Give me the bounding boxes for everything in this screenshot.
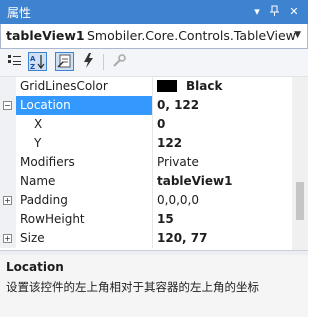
property-name: Y [34,136,42,150]
property-row[interactable]: + Size 120, 77 [0,229,292,248]
property-name: Padding [20,193,68,207]
property-pages-icon[interactable] [111,52,130,71]
property-value[interactable]: 120, 77 [157,231,207,245]
property-name: Size [20,231,45,245]
property-row[interactable]: Name tableView1 [0,172,292,191]
property-name: Location [20,98,71,112]
property-row[interactable]: X 0 [0,115,292,134]
dropdown-icon[interactable]: ▾ [249,3,265,20]
property-row[interactable]: + Padding 0,0,0,0 [0,191,292,210]
column-divider [152,172,153,191]
property-name: Modifiers [20,155,75,169]
row-gutter: − [0,96,16,115]
window-title-bar: 属性 ▾ ✕ [0,0,308,24]
property-value[interactable]: 0, 122 [157,98,199,112]
close-icon[interactable]: ✕ [286,3,302,20]
object-name: tableView1 [6,28,85,43]
property-row[interactable]: Modifiers Private [0,153,292,172]
property-value[interactable]: Private [157,155,199,169]
toolbar-separator [103,54,104,70]
property-row[interactable]: RowHeight 15 [0,210,292,229]
property-value[interactable]: tableView1 [157,174,232,188]
description-pane: Location 设置该控件的左上角相对于其容器的左上角的坐标 [0,255,308,317]
row-gutter [0,134,16,153]
svg-text:A: A [30,55,36,63]
expand-icon[interactable]: + [3,234,12,243]
property-name: GridLinesColor [20,79,108,93]
property-value[interactable]: Black [157,79,222,93]
column-divider [152,153,153,172]
property-row[interactable]: Y 122 [0,134,292,153]
property-value[interactable]: 0 [157,117,165,131]
collapse-icon[interactable]: − [3,101,12,110]
description-title: Location [6,260,64,274]
properties-icon[interactable] [55,52,74,71]
row-gutter [0,210,16,229]
row-gutter [0,77,16,96]
column-divider [152,210,153,229]
description-text: 设置该控件的左上角相对于其容器的左上角的坐标 [6,280,259,294]
expand-icon[interactable]: + [3,196,12,205]
row-gutter [0,172,16,191]
property-row[interactable]: GridLinesColor Black [0,77,292,96]
property-value[interactable]: 15 [157,212,174,226]
window-title: 属性 [7,6,32,20]
column-divider [152,96,153,115]
property-row-selected[interactable]: − Location 0, 122 [0,96,292,115]
column-divider [152,229,153,248]
row-gutter [0,115,16,134]
vertical-scrollbar[interactable] [292,77,308,250]
property-grid: GridLinesColor Black − Location 0, 122 X… [0,77,292,250]
scrollbar-thumb[interactable] [296,182,304,220]
object-selector[interactable]: tableView1 Smobiler.Core.Controls.TableV… [0,24,308,49]
row-gutter: + [0,191,16,210]
property-name: RowHeight [20,212,85,226]
column-divider [152,115,153,134]
alphabetical-icon[interactable]: AZ [28,52,47,71]
color-swatch [157,80,177,92]
pin-icon[interactable] [267,3,283,20]
property-value[interactable]: 122 [157,136,182,150]
chevron-down-icon[interactable]: ▼ [294,30,301,40]
svg-text:Z: Z [30,63,35,70]
property-name: Name [20,174,56,188]
column-divider [152,191,153,210]
categorized-icon[interactable] [6,52,25,71]
property-toolbar: AZ [0,49,308,77]
column-divider [152,134,153,153]
column-divider [152,77,153,96]
object-type: Smobiler.Core.Controls.TableView [87,28,296,43]
events-icon[interactable] [80,52,99,71]
row-gutter: + [0,229,16,248]
property-name: X [34,117,43,131]
row-gutter [0,153,16,172]
property-value-text: Black [186,79,223,93]
property-value[interactable]: 0,0,0,0 [157,193,199,207]
